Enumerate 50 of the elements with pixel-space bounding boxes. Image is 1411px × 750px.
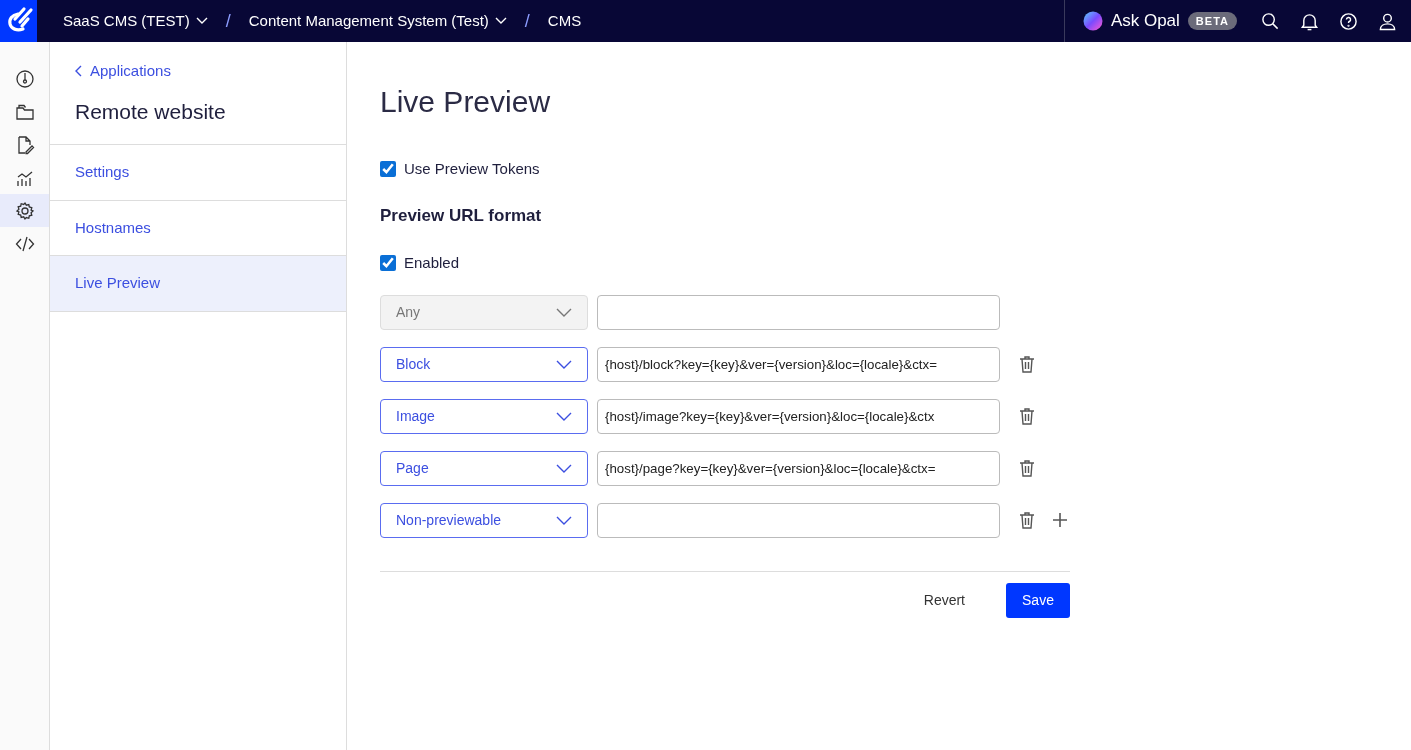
url-format-field[interactable] [597,502,1000,538]
chevron-down-icon [556,463,572,473]
sidebar-item[interactable]: Settings [50,145,346,201]
section-heading: Preview URL format [380,204,543,227]
chevron-down-icon [494,17,507,25]
url-format-field[interactable]: {host}/image?key={key}&ver={version}&loc={locale}&ctx [597,398,1000,434]
chevron-down-icon [556,359,572,369]
chevron-down-icon [556,307,572,317]
checkbox-label: Use Preview Tokens [404,159,540,179]
chevron-down-icon [195,17,208,25]
add-button[interactable] [1053,513,1067,527]
delete-button[interactable] [1019,355,1035,373]
orb-icon [1082,11,1103,31]
settings-icon [14,200,35,221]
logo-icon[interactable] [0,0,37,42]
delete-button[interactable] [1019,459,1035,477]
help-button[interactable] [1339,11,1358,31]
revert-button[interactable]: Revert [903,589,985,611]
type-dropdown[interactable]: Page [380,450,588,486]
breadcrumb-separator: / [225,9,231,33]
beta-badge: BETA [1187,11,1237,31]
sidebar-title: Remote website [75,99,227,125]
url-format-field[interactable] [597,294,1000,330]
chevron-down-icon [556,515,572,525]
breadcrumb-separator: / [524,9,530,33]
url-format-field[interactable]: {host}/page?key={key}&ver={version}&loc={locale}&ctx= [597,450,1000,486]
breadcrumb[interactable]: SaaS CMS (TEST) [59,9,212,33]
chevron-left-icon [75,65,82,78]
type-dropdown[interactable]: Image [380,398,588,434]
url-format-field[interactable]: {host}/block?key={key}&ver={version}&loc={locale}&ctx= [597,346,1000,382]
checkbox[interactable] [380,255,396,272]
gauge-icon [14,68,35,89]
save-button[interactable]: Save [1006,582,1070,618]
type-dropdown[interactable]: Non-previewable [380,502,588,538]
checkbox-label: Enabled [404,253,460,273]
breadcrumb[interactable]: Content Management System (Test) [244,9,511,33]
nav-button[interactable] [0,194,49,227]
ask-opal-button[interactable]: Ask Opal [1082,8,1180,34]
search-button[interactable] [1261,11,1280,31]
bell-button[interactable] [1300,11,1319,31]
sidebar-item[interactable]: Live Preview [50,256,346,312]
delete-button[interactable] [1019,511,1035,529]
delete-button[interactable] [1019,407,1035,425]
back-link[interactable]: Applications [75,60,171,83]
checkbox[interactable] [380,161,396,178]
page-title: Live Preview [380,84,552,120]
type-dropdown[interactable]: Block [380,346,588,382]
chevron-down-icon [556,411,572,421]
user-button[interactable] [1378,11,1397,31]
breadcrumb[interactable]: CMS [543,9,586,33]
